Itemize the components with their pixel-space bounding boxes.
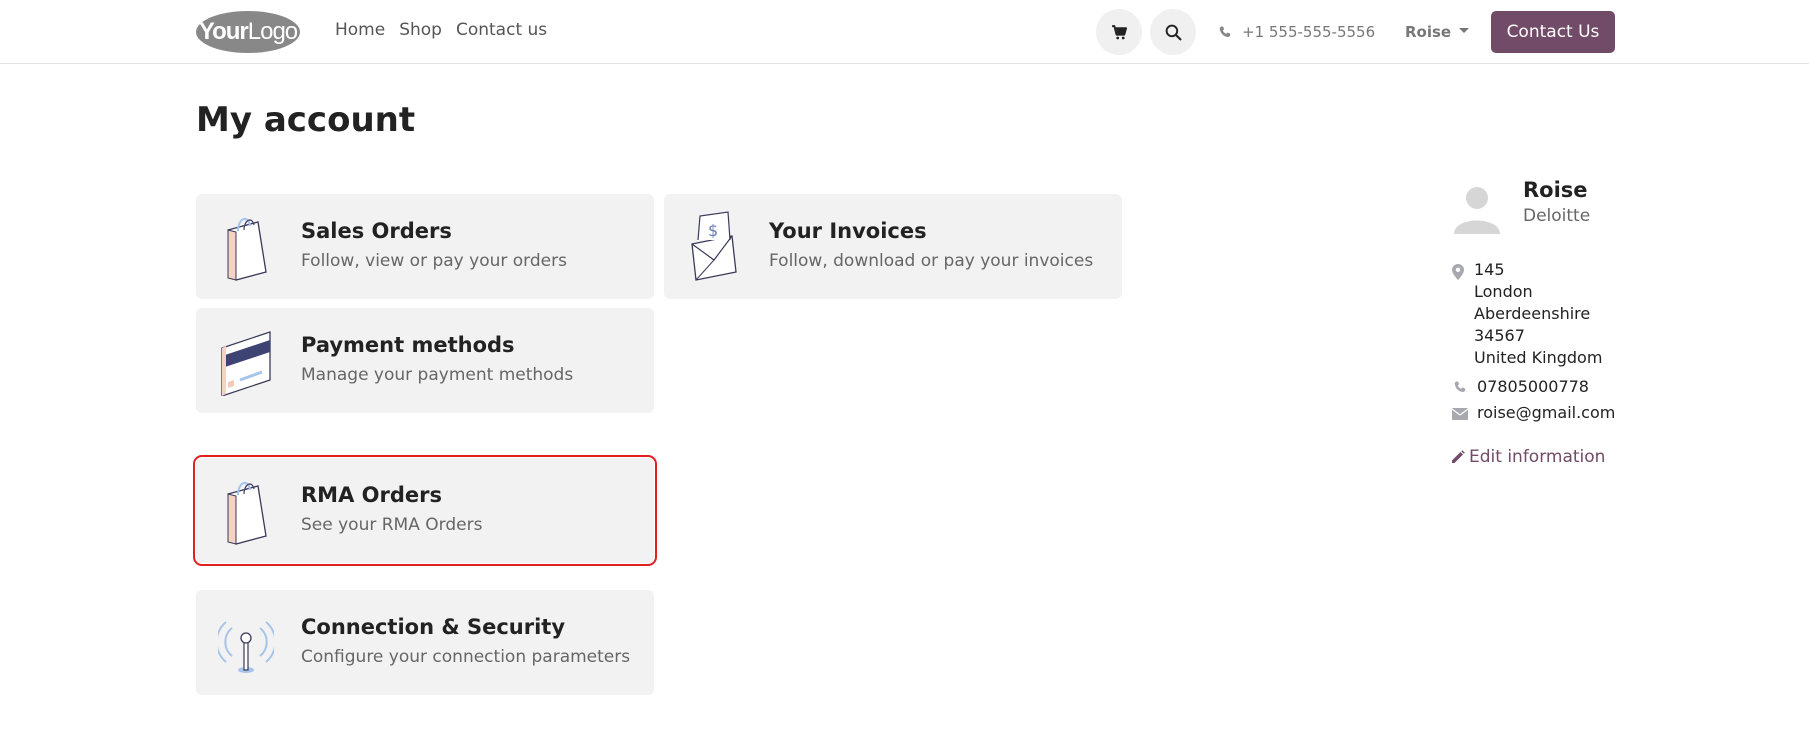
svg-text:$: $ bbox=[708, 221, 718, 240]
address-line: United Kingdom bbox=[1474, 348, 1603, 367]
card-title: Your Invoices bbox=[769, 219, 927, 243]
address-line: 145 bbox=[1474, 260, 1505, 279]
nav-shop[interactable]: Shop bbox=[399, 20, 442, 40]
site-header: Your Logo Home Shop Contact us +1 555-555… bbox=[0, 0, 1809, 64]
card-description: Configure your connection parameters bbox=[301, 647, 631, 667]
card-title: Payment methods bbox=[301, 333, 515, 357]
card-description: Follow, download or pay your invoices bbox=[769, 251, 1094, 271]
search-icon bbox=[1165, 24, 1181, 40]
address-line: 34567 bbox=[1474, 326, 1525, 345]
cart-icon bbox=[1111, 24, 1127, 39]
card-description: See your RMA Orders bbox=[301, 515, 483, 535]
card-description: Manage your payment methods bbox=[301, 365, 574, 385]
map-marker-icon bbox=[1452, 264, 1464, 280]
header-phone-text: +1 555-555-5556 bbox=[1242, 23, 1376, 41]
invoice-envelope-icon: $ bbox=[691, 211, 737, 281]
header-phone[interactable]: +1 555-555-5556 bbox=[1218, 23, 1375, 41]
card-your-invoices[interactable]: $ Your Invoices Follow, download or pay … bbox=[664, 194, 1122, 299]
card-payment-methods[interactable]: Payment methods Manage your payment meth… bbox=[196, 308, 654, 413]
nav-home[interactable]: Home bbox=[335, 20, 385, 40]
cart-button[interactable] bbox=[1096, 9, 1142, 55]
profile-address: 145 London Aberdeenshire 34567 United Ki… bbox=[1474, 259, 1602, 369]
envelope-icon bbox=[1452, 408, 1468, 420]
card-rma-orders[interactable]: RMA Orders See your RMA Orders bbox=[193, 455, 657, 566]
card-title: Sales Orders bbox=[301, 219, 452, 243]
phone-icon bbox=[1454, 381, 1466, 392]
user-dropdown-label: Roise bbox=[1405, 23, 1452, 41]
edit-information-link[interactable]: Edit information bbox=[1451, 447, 1605, 467]
antenna-icon bbox=[218, 621, 274, 673]
nav-contact-us[interactable]: Contact us bbox=[456, 20, 547, 40]
caret-down-icon bbox=[1459, 27, 1470, 33]
card-description: Follow, view or pay your orders bbox=[301, 251, 567, 271]
credit-card-icon bbox=[221, 331, 271, 396]
address-line: Aberdeenshire bbox=[1474, 304, 1591, 323]
site-logo[interactable]: Your Logo bbox=[196, 11, 300, 53]
logo-text-light: Logo bbox=[247, 18, 298, 45]
profile-company: Deloitte bbox=[1523, 206, 1591, 226]
shopping-bag-icon bbox=[227, 217, 267, 281]
profile-phone: 07805000778 bbox=[1477, 377, 1589, 396]
edit-information-label: Edit information bbox=[1469, 447, 1606, 467]
contact-us-button[interactable]: Contact Us bbox=[1491, 11, 1615, 53]
logo-text-bold: Your bbox=[198, 18, 249, 45]
card-sales-orders[interactable]: Sales Orders Follow, view or pay your or… bbox=[196, 194, 654, 299]
profile-name: Roise bbox=[1523, 178, 1588, 202]
profile-email: roise@gmail.com bbox=[1477, 403, 1616, 422]
card-title: Connection & Security bbox=[301, 615, 566, 639]
search-button[interactable] bbox=[1150, 9, 1196, 55]
user-dropdown[interactable]: Roise bbox=[1405, 23, 1470, 41]
card-title: RMA Orders bbox=[301, 483, 442, 507]
address-line: London bbox=[1474, 282, 1533, 301]
pencil-icon bbox=[1452, 450, 1465, 463]
shopping-bag-icon bbox=[227, 481, 267, 545]
phone-icon bbox=[1219, 26, 1231, 37]
page-title: My account bbox=[196, 100, 416, 140]
avatar bbox=[1454, 187, 1500, 234]
main-nav: Home Shop Contact us bbox=[335, 20, 547, 40]
card-connection-security[interactable]: Connection & Security Configure your con… bbox=[196, 590, 654, 695]
